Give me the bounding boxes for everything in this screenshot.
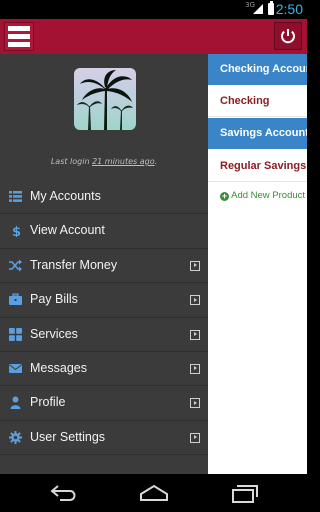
- avatar[interactable]: [74, 68, 136, 130]
- expand-arrow-icon: [190, 295, 200, 306]
- grid-icon: [9, 327, 22, 341]
- menu-item-user-settings[interactable]: User Settings: [0, 421, 208, 456]
- add-new-product-link[interactable]: + Add New Product: [220, 190, 305, 201]
- account-checking[interactable]: Checking: [208, 85, 307, 117]
- menu-item-label: User Settings: [30, 429, 106, 444]
- menu-item-label: Pay Bills: [30, 292, 78, 307]
- app-header: [0, 19, 307, 54]
- expand-arrow-icon: [190, 363, 200, 374]
- menu-item-my-accounts[interactable]: My Accounts: [0, 180, 208, 215]
- navigation-drawer: Last login 21 minutes ago. My Accounts $…: [0, 54, 208, 474]
- user-icon: [10, 396, 21, 410]
- last-login-time: 21 minutes ago: [92, 157, 155, 166]
- clock: 2:50: [275, 1, 303, 17]
- menu-item-transfer-money[interactable]: Transfer Money: [0, 249, 208, 284]
- battery-icon: [268, 1, 274, 15]
- power-icon: [281, 29, 295, 44]
- menu-item-pay-bills[interactable]: Pay Bills: [0, 283, 208, 318]
- signal-icon: [253, 4, 263, 14]
- add-new-product-label: Add New Product: [231, 190, 306, 201]
- envelope-icon: [9, 363, 22, 373]
- accounts-panel: Checking Account Checking Savings Accoun…: [208, 54, 307, 474]
- menu-item-label: Services: [30, 326, 78, 341]
- dollar-icon: $: [12, 225, 21, 237]
- menu-item-profile[interactable]: Profile: [0, 386, 208, 421]
- menu-item-label: Profile: [30, 395, 66, 410]
- briefcase-icon: [9, 293, 22, 306]
- menu-button[interactable]: [4, 22, 34, 51]
- expand-arrow-icon: [190, 329, 200, 340]
- menu-item-label: Transfer Money: [30, 257, 118, 272]
- shuffle-icon: [9, 259, 22, 272]
- expand-arrow-icon: [190, 260, 200, 271]
- svg-text:$: $: [12, 225, 21, 237]
- account-regular-savings[interactable]: Regular Savings: [208, 150, 307, 182]
- system-navigation-bar: [0, 474, 307, 512]
- expand-arrow-icon: [190, 432, 200, 443]
- menu-item-messages[interactable]: Messages: [0, 352, 208, 387]
- menu-item-label: My Accounts: [30, 189, 101, 203]
- savings-account-header: Savings Account: [208, 118, 307, 149]
- status-bar: 3G 2:50: [0, 0, 307, 19]
- logout-button[interactable]: [274, 22, 302, 50]
- menu-item-services[interactable]: Services: [0, 318, 208, 352]
- menu-item-label: Messages: [30, 360, 87, 375]
- palm-tree-photo: [77, 70, 133, 130]
- expand-arrow-icon: [190, 398, 200, 409]
- checking-account-header: Checking Account: [208, 54, 307, 85]
- recent-apps-icon[interactable]: [229, 482, 259, 504]
- drawer-menu: My Accounts $ View Account Transfer Mone…: [0, 180, 208, 456]
- menu-item-label: View Account: [30, 223, 105, 238]
- menu-item-view-account[interactable]: $ View Account: [0, 214, 208, 249]
- back-icon[interactable]: [50, 482, 80, 504]
- home-icon[interactable]: [138, 482, 170, 504]
- last-login-text: Last login 21 minutes ago.: [50, 157, 158, 166]
- gear-icon: [9, 430, 22, 444]
- plus-circle-icon: +: [220, 191, 229, 201]
- list-icon: [9, 191, 22, 202]
